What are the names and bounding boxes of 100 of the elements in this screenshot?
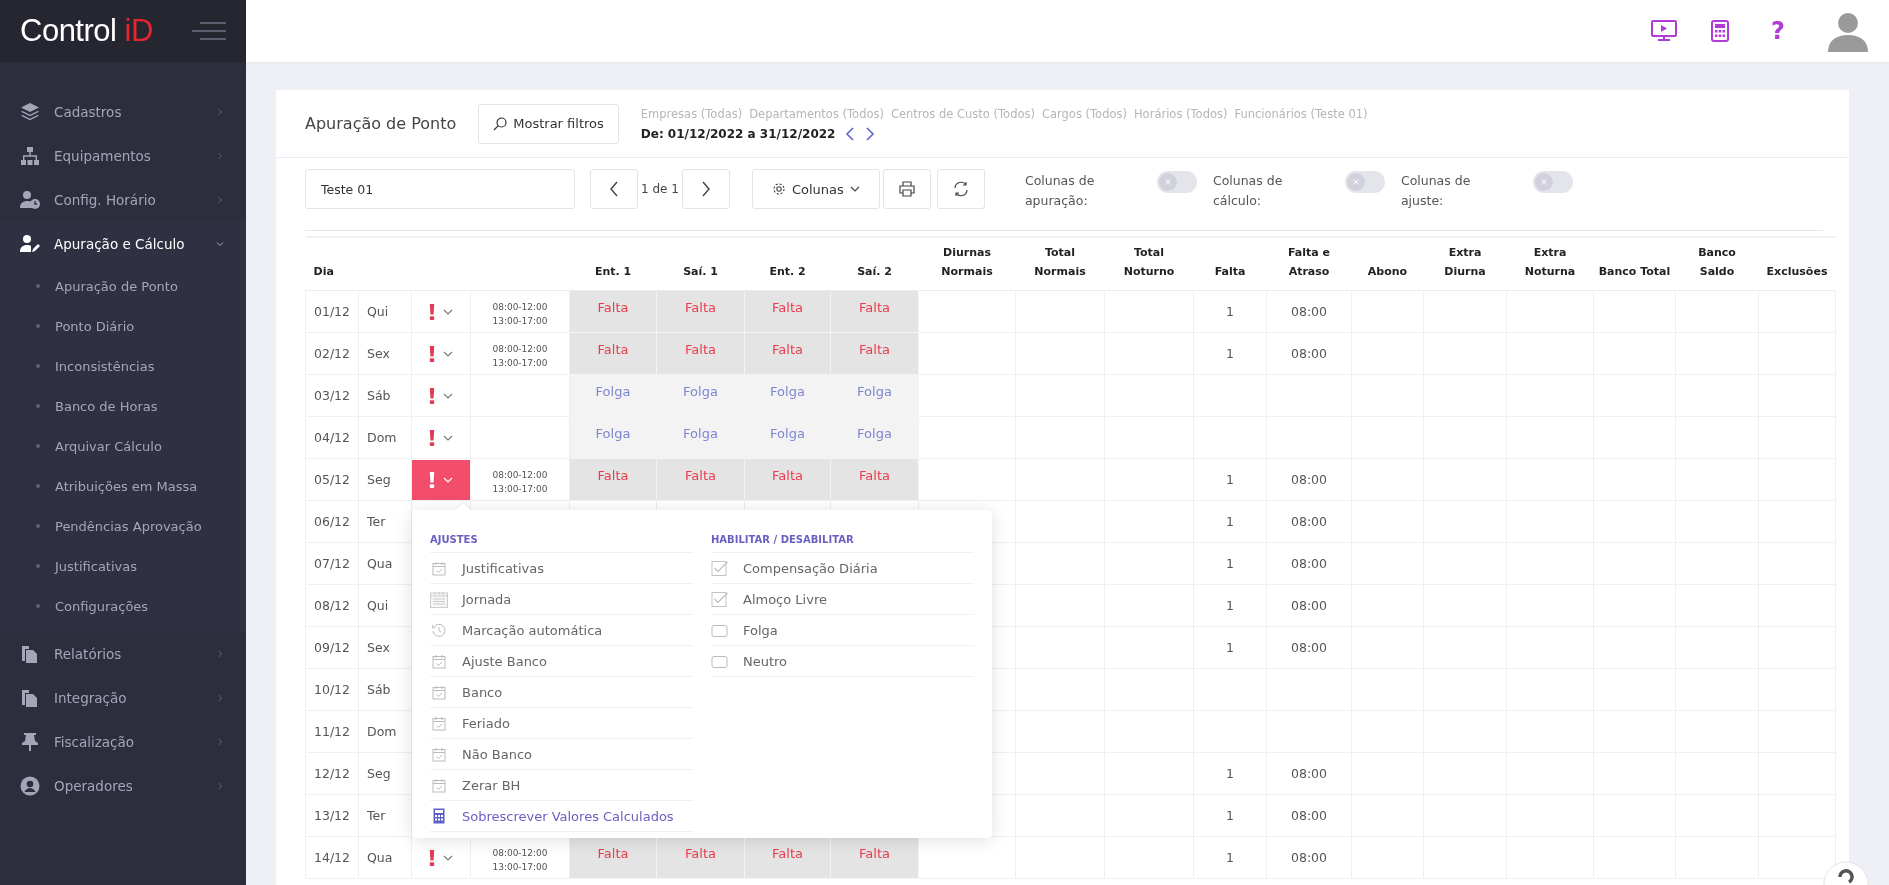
print-button[interactable] [882,169,931,209]
avatar-icon[interactable] [1827,10,1869,52]
punch-cell[interactable]: Falta [656,836,745,879]
menu-item[interactable]: Zerar BH [430,770,693,801]
table-cell: 04/12 [305,416,359,459]
sidebar-item[interactable]: Apuração e Cálculo [0,222,246,266]
submenu-item[interactable]: Inconsistências [0,346,246,386]
menu-item[interactable]: Almoço Livre [711,584,974,615]
help-link[interactable]: ? [1763,17,1793,45]
punch-cell[interactable]: Falta [744,836,831,879]
menu-item[interactable]: Folga [711,615,974,646]
submenu-item[interactable]: Apuração de Ponto [0,266,246,306]
monitor-icon[interactable] [1651,20,1678,42]
toggle-switch[interactable] [1344,171,1385,193]
punch-cell[interactable]: Folga [830,416,919,459]
submenu-item[interactable]: Pendências Aprovação [0,506,246,546]
sidebar-item[interactable]: Relatórios [0,632,246,676]
punch-cell[interactable]: Falta [656,332,745,375]
chevron-right-icon [700,181,711,197]
table-cell: 1 [1226,472,1234,487]
table-cell: Seg [358,458,412,501]
menu-item[interactable]: Neutro [711,646,974,677]
submenu-item[interactable]: Ponto Diário [0,306,246,346]
section-title: HABILITAR / DESABILITAR [711,534,974,553]
employee-field[interactable]: Teste 01 [305,169,575,209]
table-cell: 1 [1226,598,1234,613]
punch-cell[interactable]: Falta [569,836,657,879]
refresh-button[interactable] [936,169,985,209]
sidebar-item[interactable]: Equipamentos [0,134,246,178]
schedule-time: 08:00-12:00 [491,846,549,860]
punch-cell[interactable]: Falta [569,290,657,333]
punch-cell[interactable]: Falta [744,290,831,333]
menu-item[interactable]: Marcação automática [430,615,693,646]
calculator-icon[interactable] [1711,20,1730,42]
next-icon[interactable] [865,126,876,141]
menu-item[interactable]: Justificativas [430,553,693,584]
punch-cell[interactable]: Falta [656,458,745,501]
punch-cell[interactable]: Falta [744,332,831,375]
chevron-icon [216,782,224,790]
alert-menu-button[interactable] [412,459,470,500]
column-header: Extra Diurna [1423,237,1507,291]
submenu-item[interactable]: Arquivar Cálculo [0,426,246,466]
punch-cell[interactable]: Falta [656,290,745,333]
page-title: Apuração de Ponto [305,114,457,133]
chevron-left-icon [609,181,619,197]
table-cell: 1 [1226,808,1234,823]
punch-cell[interactable]: Folga [569,374,657,417]
menu-item[interactable]: Feriado [430,708,693,739]
columns-button[interactable]: Colunas [751,169,880,209]
sidebar-item[interactable]: Cadastros [0,90,246,134]
filter-summary: Empresas (Todas) [640,106,743,121]
sidebar-item[interactable]: Integração [0,676,246,720]
toggle-switch[interactable] [1156,171,1197,193]
punch-cell[interactable]: Folga [656,374,745,417]
punch-cell[interactable]: Folga [656,416,745,459]
table-cell: 02/12 [305,332,359,375]
schedule-time: 08:00-12:00 [491,342,549,356]
table-cell: 08:00 [1291,556,1328,571]
punch-cell[interactable]: Folga [744,374,831,417]
column-header: Falta e Atraso [1266,237,1352,291]
toggle-switch[interactable] [1532,171,1573,193]
exclamation-icon [429,345,435,362]
menu-icon[interactable] [192,22,226,40]
punch-cell[interactable]: Falta [830,290,919,333]
refresh-icon [952,181,969,197]
punch-cell[interactable]: Falta [830,332,919,375]
punch-cell[interactable]: Folga [830,374,919,417]
table-cell: Sex [358,626,412,669]
table-cell: 09/12 [305,626,359,669]
punch-cell[interactable]: Falta [569,458,657,501]
help-icon[interactable] [1823,861,1869,885]
user-circle-icon [20,776,40,796]
punch-cell[interactable]: Falta [830,458,919,501]
sidebar-item[interactable]: Config. Horário [0,178,246,222]
submenu-item[interactable]: Configurações [0,586,246,626]
previous-icon[interactable] [845,126,856,141]
table-cell: Ter [358,500,412,543]
submenu-item[interactable]: Atribuições em Massa [0,466,246,506]
menu-item[interactable]: Banco [430,677,693,708]
punch-cell[interactable]: Folga [569,416,657,459]
submenu-item[interactable]: Banco de Horas [0,386,246,426]
punch-cell[interactable]: Folga [744,416,831,459]
calendar-icon [430,590,448,608]
submenu-item[interactable]: Justificativas [0,546,246,586]
punch-cell[interactable]: Falta [569,332,657,375]
menu-item[interactable]: Não Banco [430,739,693,770]
show-filters-button[interactable]: Mostrar filtros [478,103,619,144]
menu-item[interactable]: Compensação Diária [711,553,974,584]
menu-item[interactable]: Jornada [430,584,693,615]
punch-cell[interactable]: Falta [744,458,831,501]
chevron-icon [216,694,224,702]
sidebar-item[interactable]: Operadores [0,764,246,808]
punch-cell[interactable]: Falta [830,836,919,879]
menu-item[interactable]: Ajuste Banco [430,646,693,677]
sidebar-item[interactable]: Fiscalização [0,720,246,764]
table-cell: 10/12 [305,668,359,711]
table-cell: 1 [1226,640,1234,655]
menu-item[interactable]: Sobrescrever Valores Calculados [430,801,693,832]
chevron-icon [216,650,224,658]
table-cell: Sáb [358,374,412,417]
